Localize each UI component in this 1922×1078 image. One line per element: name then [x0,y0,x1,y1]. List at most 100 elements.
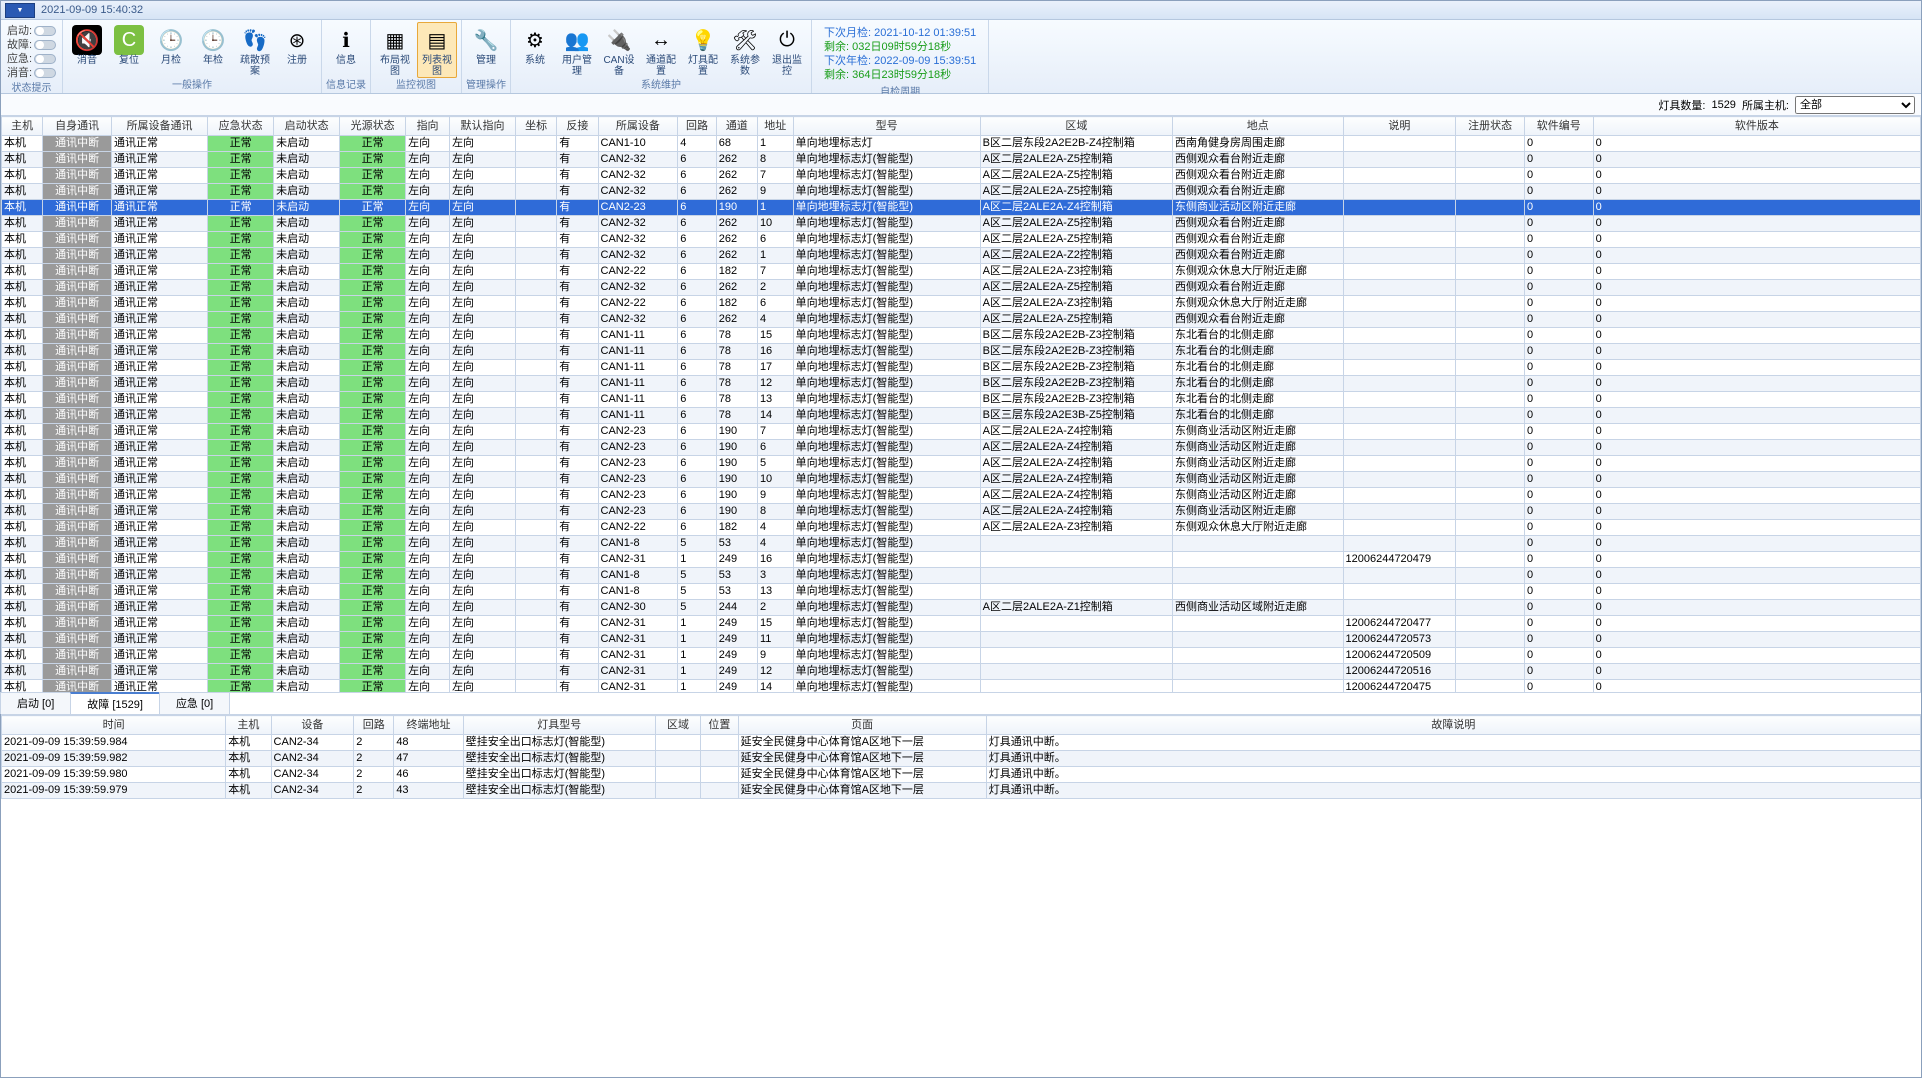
table-row[interactable]: 本机通讯中断通讯正常正常未启动正常左向左向有CAN2-2361909单向地埋标志… [2,488,1921,504]
col-emg[interactable]: 应急状态 [208,117,274,136]
lamp-config-button[interactable]: 💡灯具配置 [683,22,723,78]
device-table[interactable]: 主机自身通讯所属设备通讯应急状态启动状态光源状态指向默认指向坐标反接所属设备回路… [1,116,1921,692]
yearly-check-button-icon: 🕒 [198,25,228,55]
col-start[interactable]: 启动状态 [274,117,340,136]
fault-log-table[interactable]: 时间主机设备回路终端地址灯具型号区域位置页面故障说明 2021-09-09 15… [1,715,1921,799]
status-toggle[interactable] [34,40,56,50]
user-mgmt-button[interactable]: 👥用户管理 [557,22,597,78]
table-row[interactable]: 本机通讯中断通讯正常正常未启动正常左向左向有CAN1-1167812单向地埋标志… [2,376,1921,392]
channel-config-button[interactable]: ↔通道配置 [641,22,681,78]
col-defdir[interactable]: 默认指向 [450,117,516,136]
ribbon-group-selfcheck: 下次月检: 2021-10-12 01:39:51剩余: 032日09时59分1… [812,20,989,93]
sys-param-button[interactable]: 🛠系统参数 [725,22,765,78]
table-row[interactable]: 本机通讯中断通讯正常正常未启动正常左向左向有CAN2-3262629单向地埋标志… [2,184,1921,200]
log-row[interactable]: 2021-09-09 15:39:59.980本机CAN2-34246壁挂安全出… [2,767,1921,783]
col-area[interactable]: 区域 [980,117,1172,136]
table-row[interactable]: 本机通讯中断通讯正常正常未启动正常左向左向有CAN2-3262622单向地埋标志… [2,280,1921,296]
manage-button[interactable]: 🔧管理 [466,22,506,78]
col-desc[interactable]: 说明 [1343,117,1456,136]
table-row[interactable]: 本机通讯中断通讯正常正常未启动正常左向左向有CAN1-1167815单向地埋标志… [2,328,1921,344]
table-row[interactable]: 本机通讯中断通讯正常正常未启动正常左向左向有CAN2-3262628单向地埋标志… [2,152,1921,168]
system-button[interactable]: ⚙系统 [515,22,555,78]
table-row[interactable]: 本机通讯中断通讯正常正常未启动正常左向左向有CAN2-31124912单向地埋标… [2,664,1921,680]
ribbon-group-status: 启动:故障:应急:消音: 状态提示 [1,20,63,93]
col-loc[interactable]: 地点 [1173,117,1343,136]
table-row[interactable]: 本机通讯中断通讯正常正常未启动正常左向左向有CAN1-855313单向地埋标志灯… [2,584,1921,600]
table-row[interactable]: 本机通讯中断通讯正常正常未启动正常左向左向有CAN2-2361905单向地埋标志… [2,456,1921,472]
can-device-button[interactable]: 🔌CAN设备 [599,22,639,78]
table-row[interactable]: 本机通讯中断通讯正常正常未启动正常左向左向有CAN2-32626210单向地埋标… [2,216,1921,232]
table-row[interactable]: 本机通讯中断通讯正常正常未启动正常左向左向有CAN1-104681单向地埋标志灯… [2,136,1921,152]
app-menu-button[interactable] [5,3,35,18]
layout-view-button[interactable]: ▦布局视图 [375,22,415,78]
exit-monitor-button[interactable]: ⏻退出监控 [767,22,807,78]
table-row[interactable]: 本机通讯中断通讯正常正常未启动正常左向左向有CAN2-2261826单向地埋标志… [2,296,1921,312]
manage-button-icon: 🔧 [471,25,501,55]
col-dir[interactable]: 指向 [406,117,450,136]
tab-start[interactable]: 启动 [0] [0,692,71,714]
col-light[interactable]: 光源状态 [340,117,406,136]
reset-button-icon: C [114,25,144,55]
user-mgmt-button-icon: 👥 [562,25,592,55]
table-row[interactable]: 本机通讯中断通讯正常正常未启动正常左向左向有CAN2-2261824单向地埋标志… [2,520,1921,536]
table-row[interactable]: 本机通讯中断通讯正常正常未启动正常左向左向有CAN2-31124916单向地埋标… [2,552,1921,568]
table-row[interactable]: 本机通讯中断通讯正常正常未启动正常左向左向有CAN1-85533单向地埋标志灯(… [2,568,1921,584]
timestamp: 2021-09-09 15:40:32 [41,4,143,16]
table-row[interactable]: 本机通讯中断通讯正常正常未启动正常左向左向有CAN2-31124914单向地埋标… [2,680,1921,693]
col-rev[interactable]: 反接 [557,117,598,136]
log-row[interactable]: 2021-09-09 15:39:59.979本机CAN2-34243壁挂安全出… [2,783,1921,799]
tab-emergency[interactable]: 应急 [0] [159,692,230,714]
table-row[interactable]: 本机通讯中断通讯正常正常未启动正常左向左向有CAN2-2361901单向地埋标志… [2,200,1921,216]
table-row[interactable]: 本机通讯中断通讯正常正常未启动正常左向左向有CAN1-1167814单向地埋标志… [2,408,1921,424]
col-self[interactable]: 自身通讯 [43,117,112,136]
mute-button[interactable]: 🔇消音 [67,22,107,78]
table-row[interactable]: 本机通讯中断通讯正常正常未启动正常左向左向有CAN2-2361908单向地埋标志… [2,504,1921,520]
col-loop[interactable]: 回路 [678,117,716,136]
table-row[interactable]: 本机通讯中断通讯正常正常未启动正常左向左向有CAN2-2361907单向地埋标志… [2,424,1921,440]
log-row[interactable]: 2021-09-09 15:39:59.982本机CAN2-34247壁挂安全出… [2,751,1921,767]
log-row[interactable]: 2021-09-09 15:39:59.984本机CAN2-34248壁挂安全出… [2,735,1921,751]
tab-fault[interactable]: 故障 [1529] [70,692,160,714]
status-toggle[interactable] [34,26,56,36]
table-row[interactable]: 本机通讯中断通讯正常正常未启动正常左向左向有CAN1-85534单向地埋标志灯(… [2,536,1921,552]
table-row[interactable]: 本机通讯中断通讯正常正常未启动正常左向左向有CAN2-3112499单向地埋标志… [2,648,1921,664]
col-reg[interactable]: 注册状态 [1456,117,1525,136]
table-row[interactable]: 本机通讯中断通讯正常正常未启动正常左向左向有CAN2-3262626单向地埋标志… [2,232,1921,248]
table-row[interactable]: 本机通讯中断通讯正常正常未启动正常左向左向有CAN2-31124915单向地埋标… [2,616,1921,632]
col-dev[interactable]: 所属设备通讯 [111,117,207,136]
table-row[interactable]: 本机通讯中断通讯正常正常未启动正常左向左向有CAN1-1167813单向地埋标志… [2,392,1921,408]
evac-plan-button[interactable]: 👣疏散预案 [235,22,275,78]
yearly-check-button[interactable]: 🕒年检 [193,22,233,78]
list-view-button-icon: ▤ [422,25,452,55]
monthly-check-button[interactable]: 🕒月检 [151,22,191,78]
table-row[interactable]: 本机通讯中断通讯正常正常未启动正常左向左向有CAN2-3262621单向地埋标志… [2,248,1921,264]
info-button[interactable]: ℹ信息 [326,22,366,78]
table-row[interactable]: 本机通讯中断通讯正常正常未启动正常左向左向有CAN2-3262627单向地埋标志… [2,168,1921,184]
filter-bar: 灯具数量: 1529 所属主机: 全部 [1,94,1921,116]
col-model[interactable]: 型号 [793,117,980,136]
table-row[interactable]: 本机通讯中断通讯正常正常未启动正常左向左向有CAN2-3052442单向地埋标志… [2,600,1921,616]
table-row[interactable]: 本机通讯中断通讯正常正常未启动正常左向左向有CAN2-2261827单向地埋标志… [2,264,1921,280]
col-addr[interactable]: 地址 [757,117,793,136]
table-row[interactable]: 本机通讯中断通讯正常正常未启动正常左向左向有CAN2-3262624单向地埋标志… [2,312,1921,328]
host-filter-select[interactable]: 全部 [1795,96,1915,114]
col-coord[interactable]: 坐标 [516,117,557,136]
col-chan[interactable]: 通道 [716,117,757,136]
col-devn[interactable]: 所属设备 [598,117,678,136]
status-toggle[interactable] [34,68,56,78]
table-row[interactable]: 本机通讯中断通讯正常正常未启动正常左向左向有CAN1-1167816单向地埋标志… [2,344,1921,360]
table-row[interactable]: 本机通讯中断通讯正常正常未启动正常左向左向有CAN2-31124911单向地埋标… [2,632,1921,648]
status-toggle[interactable] [34,54,56,64]
table-row[interactable]: 本机通讯中断通讯正常正常未启动正常左向左向有CAN1-1167817单向地埋标志… [2,360,1921,376]
col-swver[interactable]: 软件版本 [1593,117,1920,136]
register-button[interactable]: ⊛注册 [277,22,317,78]
col-swno[interactable]: 软件编号 [1524,117,1593,136]
col-host[interactable]: 主机 [2,117,43,136]
fault-log: 时间主机设备回路终端地址灯具型号区域位置页面故障说明 2021-09-09 15… [1,715,1921,1077]
layout-view-button-icon: ▦ [380,25,410,55]
reset-button[interactable]: C复位 [109,22,149,78]
table-row[interactable]: 本机通讯中断通讯正常正常未启动正常左向左向有CAN2-2361906单向地埋标志… [2,440,1921,456]
table-row[interactable]: 本机通讯中断通讯正常正常未启动正常左向左向有CAN2-23619010单向地埋标… [2,472,1921,488]
evac-plan-button-icon: 👣 [240,25,270,55]
list-view-button[interactable]: ▤列表视图 [417,22,457,78]
